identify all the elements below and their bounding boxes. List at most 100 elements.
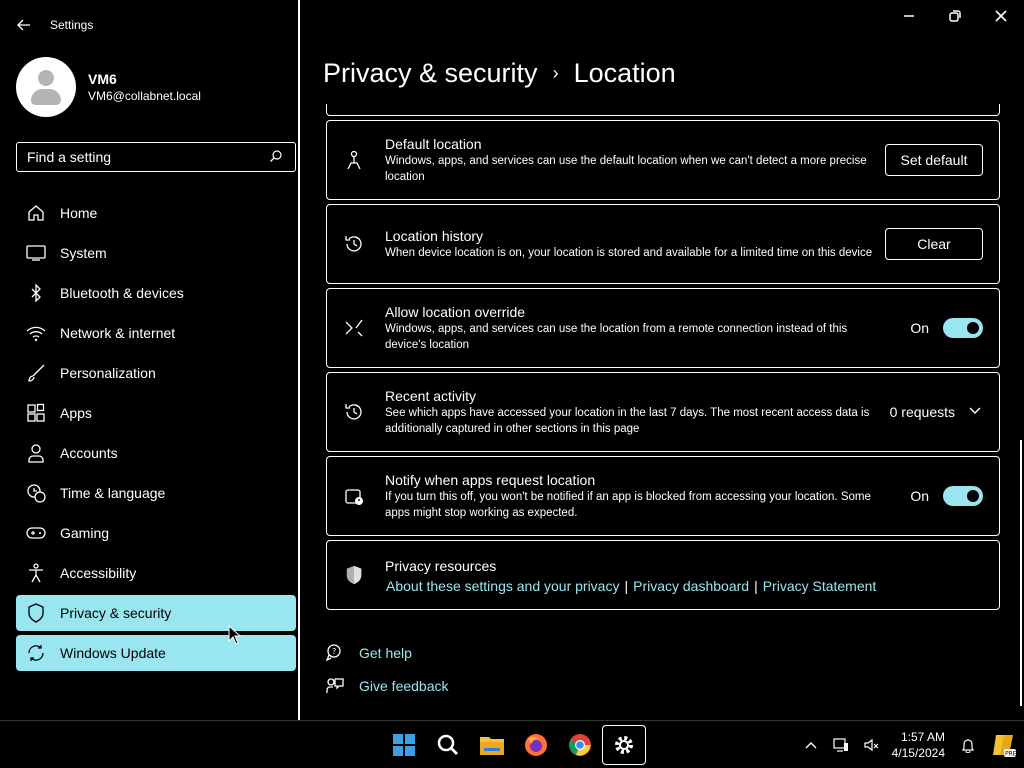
profile-email: VM6@collabnet.local <box>88 89 201 103</box>
card-partial <box>326 104 1000 116</box>
search-icon <box>269 149 285 165</box>
get-help-row[interactable]: ? Get help <box>325 642 449 664</box>
breadcrumb-section[interactable]: Privacy & security <box>323 58 538 89</box>
nav-item-personalization[interactable]: Personalization <box>16 355 296 391</box>
nav-item-accessibility[interactable]: Accessibility <box>16 555 296 591</box>
breadcrumb: Privacy & security › Location <box>323 58 676 89</box>
remote-connection-icon <box>344 318 364 338</box>
nav-item-apps[interactable]: Apps <box>16 395 296 431</box>
card-location-history: Location history When device location is… <box>326 204 1000 284</box>
network-icon[interactable] <box>833 737 849 753</box>
nav-item-windows-update[interactable]: Windows Update <box>16 635 296 671</box>
card-description: If you turn this off, you won't be notif… <box>385 491 871 519</box>
history-icon <box>344 234 364 254</box>
apps-icon <box>26 403 46 423</box>
nav-label: System <box>60 245 107 261</box>
help-chat-icon: ? <box>325 644 344 662</box>
minimize-button[interactable] <box>886 0 932 32</box>
notify-toggle[interactable] <box>943 486 983 506</box>
firefox-icon[interactable] <box>514 725 558 765</box>
svg-text:PRE: PRE <box>1005 751 1016 758</box>
scrollbar[interactable] <box>1020 440 1022 706</box>
card-description: See which apps have accessed your locati… <box>385 407 870 435</box>
volume-muted-icon[interactable] <box>863 737 879 753</box>
system-tray: 1:57 AM 4/15/2024 PRE <box>796 721 1024 768</box>
nav-item-privacy-security[interactable]: Privacy & security <box>16 595 296 631</box>
file-explorer-icon[interactable] <box>470 725 514 765</box>
card-title: Notify when apps request location <box>385 472 596 488</box>
card-description: Windows, apps, and services can use the … <box>385 323 848 351</box>
clear-button[interactable]: Clear <box>885 228 983 260</box>
card-notify-location: Notify when apps request location If you… <box>326 456 1000 536</box>
nav-item-home[interactable]: Home <box>16 195 296 231</box>
nav-label: Gaming <box>60 525 110 541</box>
toggle-state-label: On <box>910 488 929 504</box>
card-location-override: Allow location override Windows, apps, a… <box>326 288 1000 368</box>
nav-item-gaming[interactable]: Gaming <box>16 515 296 551</box>
chevron-down-icon[interactable] <box>969 403 981 421</box>
get-help-link[interactable]: Get help <box>359 645 412 661</box>
toggle-state-label: On <box>910 320 929 336</box>
profile-name: VM6 <box>88 71 117 87</box>
settings-taskbar-icon[interactable] <box>602 725 646 765</box>
search-taskbar-icon[interactable] <box>426 725 470 765</box>
give-feedback-link[interactable]: Give feedback <box>359 678 449 694</box>
card-title: Default location <box>385 136 482 152</box>
shield-icon <box>26 603 46 623</box>
map-pin-person-icon <box>344 150 364 170</box>
wifi-icon <box>26 323 46 343</box>
nav-item-bluetooth[interactable]: Bluetooth & devices <box>16 275 296 311</box>
card-recent-activity[interactable]: Recent activity See which apps have acce… <box>326 372 1000 452</box>
nav-menu: Home System Bluetooth & devices Network … <box>16 195 296 675</box>
card-description: When device location is on, your locatio… <box>385 247 873 259</box>
clock-time: 1:57 AM <box>900 730 945 744</box>
avatar[interactable] <box>16 57 76 117</box>
page-title: Location <box>573 58 676 88</box>
card-privacy-resources: Privacy resources About these settings a… <box>326 540 1000 610</box>
nav-item-network[interactable]: Network & internet <box>16 315 296 351</box>
nav-label: Home <box>60 205 98 221</box>
clock-date: 4/15/2024 <box>891 746 945 760</box>
breadcrumb-separator: › <box>552 63 559 83</box>
person-icon <box>26 443 46 463</box>
chevron-up-icon[interactable] <box>803 737 819 753</box>
nav-label: Bluetooth & devices <box>60 285 184 301</box>
chrome-icon[interactable] <box>558 725 602 765</box>
close-button[interactable] <box>978 0 1024 32</box>
card-title: Location history <box>385 228 484 244</box>
search-input[interactable]: Find a setting <box>16 142 296 172</box>
svg-text:?: ? <box>332 647 336 656</box>
nav-label: Accounts <box>60 445 118 461</box>
taskbar-apps <box>382 725 646 765</box>
window-controls <box>886 0 1024 32</box>
sidebar: Settings VM6 VM6@collabnet.local Find a … <box>0 0 300 720</box>
location-override-toggle[interactable] <box>943 318 983 338</box>
nav-label: Personalization <box>60 365 156 381</box>
mouse-cursor-icon <box>228 624 242 645</box>
privacy-dashboard-link[interactable]: Privacy dashboard <box>633 578 749 594</box>
user-profile[interactable]: VM6 VM6@collabnet.local <box>16 57 201 117</box>
privacy-statement-link[interactable]: Privacy Statement <box>763 578 877 594</box>
notify-app-icon <box>344 486 364 506</box>
nav-label: Accessibility <box>60 565 137 581</box>
back-arrow-icon[interactable] <box>16 17 32 33</box>
copilot-icon[interactable]: PRE <box>990 732 1017 758</box>
about-privacy-link[interactable]: About these settings and your privacy <box>386 578 619 594</box>
nav-item-accounts[interactable]: Accounts <box>16 435 296 471</box>
nav-item-system[interactable]: System <box>16 235 296 271</box>
nav-item-time-language[interactable]: Time & language <box>16 475 296 511</box>
start-button[interactable] <box>382 725 426 765</box>
give-feedback-row[interactable]: Give feedback <box>326 675 449 697</box>
card-description: Windows, apps, and services can use the … <box>385 155 867 183</box>
titlebar: Settings <box>16 16 93 34</box>
nav-label: Network & internet <box>60 325 176 341</box>
nav-label: Windows Update <box>60 645 166 661</box>
bell-icon[interactable] <box>960 737 976 754</box>
clock[interactable]: 1:57 AM 4/15/2024 <box>892 729 945 761</box>
accessibility-icon <box>26 563 46 583</box>
nav-label: Privacy & security <box>60 605 172 621</box>
restore-button[interactable] <box>932 0 978 32</box>
taskbar: 1:57 AM 4/15/2024 PRE <box>0 720 1024 768</box>
history-icon <box>344 402 364 422</box>
set-default-button[interactable]: Set default <box>885 144 983 176</box>
